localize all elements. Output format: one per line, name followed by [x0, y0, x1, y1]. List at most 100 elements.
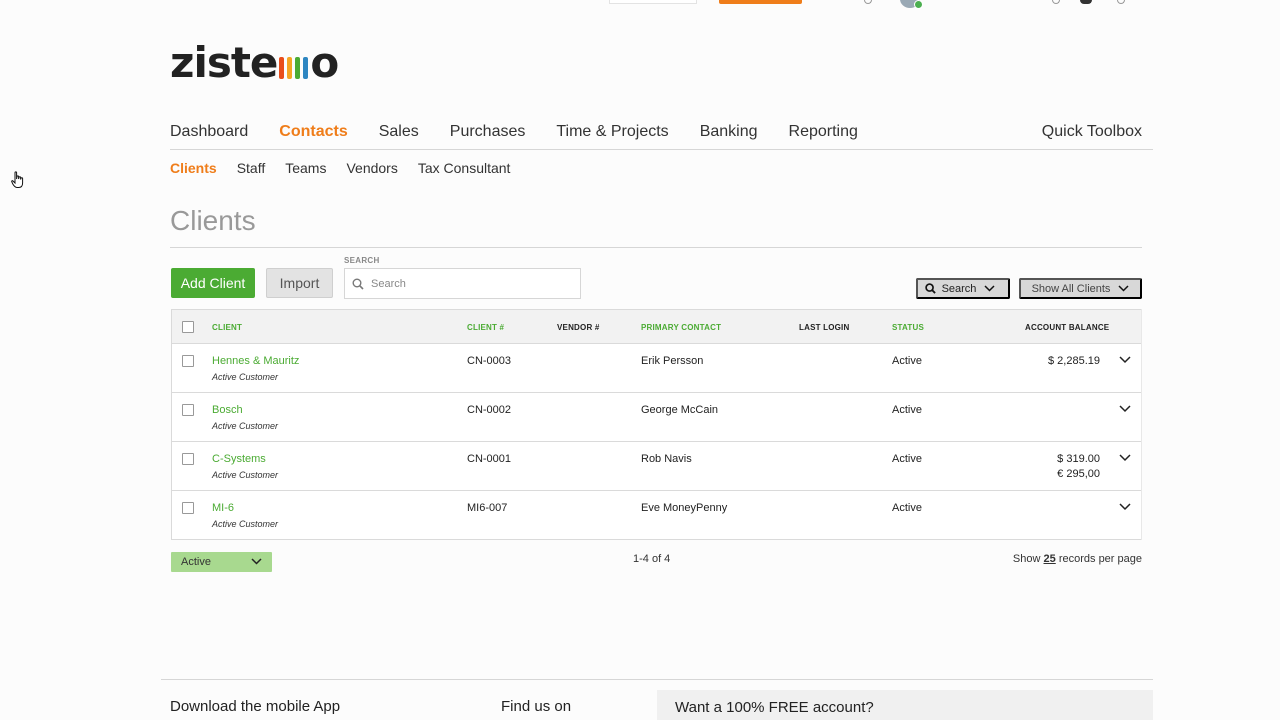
search-icon[interactable]: [1052, 0, 1060, 4]
client-name-link[interactable]: C-Systems: [212, 452, 266, 467]
top-header-strip: [0, 0, 1280, 10]
row-checkbox[interactable]: [182, 502, 194, 514]
select-all-checkbox[interactable]: [182, 321, 194, 333]
add-client-button[interactable]: Add Client: [171, 268, 255, 298]
quick-toolbox-link[interactable]: Quick Toolbox: [1042, 120, 1142, 144]
row-checkbox[interactable]: [182, 453, 194, 465]
main-nav: Dashboard Contacts Sales Purchases Time …: [170, 120, 1153, 150]
client-number: CN-0003: [467, 355, 512, 367]
status: Active: [892, 502, 922, 514]
status: Active: [892, 453, 922, 465]
show-all-clients-dropdown[interactable]: Show All Clients: [1019, 278, 1142, 299]
search-icon: [924, 283, 936, 294]
nav-item-reporting[interactable]: Reporting: [789, 120, 858, 149]
chevron-down-icon[interactable]: [1119, 454, 1131, 462]
chevron-down-icon[interactable]: [1119, 356, 1131, 364]
chevron-down-icon: [251, 558, 262, 565]
nav-item-dashboard[interactable]: Dashboard: [170, 120, 248, 149]
client-name-link[interactable]: Hennes & Mauritz: [212, 354, 299, 369]
nav-item-banking[interactable]: Banking: [700, 120, 758, 149]
logo-bar: [279, 57, 285, 79]
footer-mobile-app-heading: Download the mobile App: [170, 698, 341, 715]
balance-primary: $ 319.00: [1057, 453, 1100, 465]
account-balance: $ 319.00 € 295,00: [1057, 452, 1100, 482]
logo-bar: [287, 57, 293, 79]
table-row[interactable]: Hennes & Mauritz Active Customer CN-0003…: [172, 344, 1141, 393]
row-checkbox[interactable]: [182, 404, 194, 416]
tab-vendors[interactable]: Vendors: [346, 158, 397, 178]
zistemo-logo[interactable]: ziste o: [170, 37, 339, 87]
column-header-primary-contact[interactable]: PRIMARY CONTACT: [641, 323, 721, 332]
search-field[interactable]: [344, 268, 581, 299]
hand-cursor-icon: [11, 171, 24, 188]
column-header-client-no[interactable]: CLIENT #: [467, 323, 504, 332]
nav-item-purchases[interactable]: Purchases: [450, 120, 526, 149]
tab-tax-consultant[interactable]: Tax Consultant: [418, 158, 511, 178]
balance-primary: $ 2,285.19: [1048, 355, 1100, 367]
client-type: Active Customer: [212, 421, 279, 431]
chevron-down-icon[interactable]: [1119, 503, 1131, 511]
primary-contact: Erik Persson: [641, 355, 704, 367]
balance-secondary: € 295,00: [1057, 468, 1100, 480]
table-row[interactable]: MI-6 Active Customer MI6-007 Eve MoneyPe…: [172, 491, 1141, 540]
chevron-down-icon: [1118, 285, 1129, 292]
table-row[interactable]: Bosch Active Customer CN-0002 George McC…: [172, 393, 1141, 442]
per-page-value-link[interactable]: 25: [1044, 553, 1056, 565]
header-search-input[interactable]: [609, 0, 697, 4]
status-filter-select[interactable]: Active: [171, 552, 272, 572]
client-type: Active Customer: [212, 372, 279, 382]
row-checkbox[interactable]: [182, 355, 194, 367]
client-number: MI6-007: [467, 502, 508, 514]
table-row[interactable]: C-Systems Active Customer CN-0001 Rob Na…: [172, 442, 1141, 491]
tab-staff[interactable]: Staff: [237, 158, 266, 178]
pagination-info: 1-4 of 4: [633, 553, 671, 565]
client-name-link[interactable]: Bosch: [212, 403, 243, 418]
filter-button-label: Show All Clients: [1031, 282, 1111, 295]
footer-promo-box[interactable]: Want a 100% FREE account?: [657, 690, 1153, 720]
sub-nav: Clients Staff Teams Vendors Tax Consulta…: [170, 158, 530, 178]
column-header-status[interactable]: STATUS: [892, 323, 924, 332]
footer-divider: [161, 679, 1153, 680]
clients-table: CLIENT CLIENT # VENDOR # PRIMARY CONTACT…: [171, 309, 1142, 540]
column-header-last-login[interactable]: LAST LOGIN: [799, 323, 849, 332]
status: Active: [892, 355, 922, 367]
column-header-account-balance[interactable]: ACCOUNT BALANCE: [1025, 323, 1109, 332]
import-button[interactable]: Import: [266, 268, 333, 298]
column-header-vendor-no[interactable]: VENDOR #: [557, 323, 600, 332]
logo-text-left: ziste: [170, 37, 278, 87]
per-page-suffix: records per page: [1058, 553, 1142, 565]
logo-text-right: o: [310, 37, 339, 87]
tab-teams[interactable]: Teams: [285, 158, 326, 178]
chevron-down-icon[interactable]: [1119, 405, 1131, 413]
primary-contact: George McCain: [641, 404, 719, 416]
online-status-icon: [914, 0, 923, 9]
client-number: CN-0001: [467, 453, 512, 465]
per-page-prefix: Show: [1012, 553, 1041, 565]
settings-icon[interactable]: [1117, 0, 1125, 4]
nav-item-sales[interactable]: Sales: [379, 120, 419, 149]
search-icon: [352, 278, 364, 290]
nav-item-contacts[interactable]: Contacts: [279, 120, 347, 149]
column-header-client[interactable]: CLIENT: [212, 323, 242, 332]
status: Active: [892, 404, 922, 416]
search-input[interactable]: [371, 277, 571, 290]
client-name-link[interactable]: MI-6: [212, 501, 234, 516]
logo-bar: [295, 57, 301, 79]
table-header: CLIENT CLIENT # VENDOR # PRIMARY CONTACT…: [172, 309, 1141, 344]
status-filter-value: Active: [181, 556, 211, 568]
client-type: Active Customer: [212, 519, 279, 529]
footer-find-us-heading: Find us on: [501, 698, 572, 715]
notification-bell-icon[interactable]: [1080, 0, 1092, 4]
primary-contact: Rob Navis: [641, 453, 692, 465]
nav-item-time-projects[interactable]: Time & Projects: [556, 120, 668, 149]
header-upgrade-button[interactable]: [719, 0, 802, 4]
footer-promo-text: Want a 100% FREE account?: [675, 699, 874, 716]
client-number: CN-0002: [467, 404, 512, 416]
tab-clients[interactable]: Clients: [170, 158, 217, 178]
chevron-down-icon: [984, 285, 995, 292]
search-dropdown-button[interactable]: Search: [916, 278, 1010, 299]
help-icon[interactable]: [864, 0, 872, 4]
search-label: SEARCH: [344, 256, 380, 265]
logo-bars-icon: [279, 53, 309, 79]
title-divider: [170, 247, 1142, 248]
